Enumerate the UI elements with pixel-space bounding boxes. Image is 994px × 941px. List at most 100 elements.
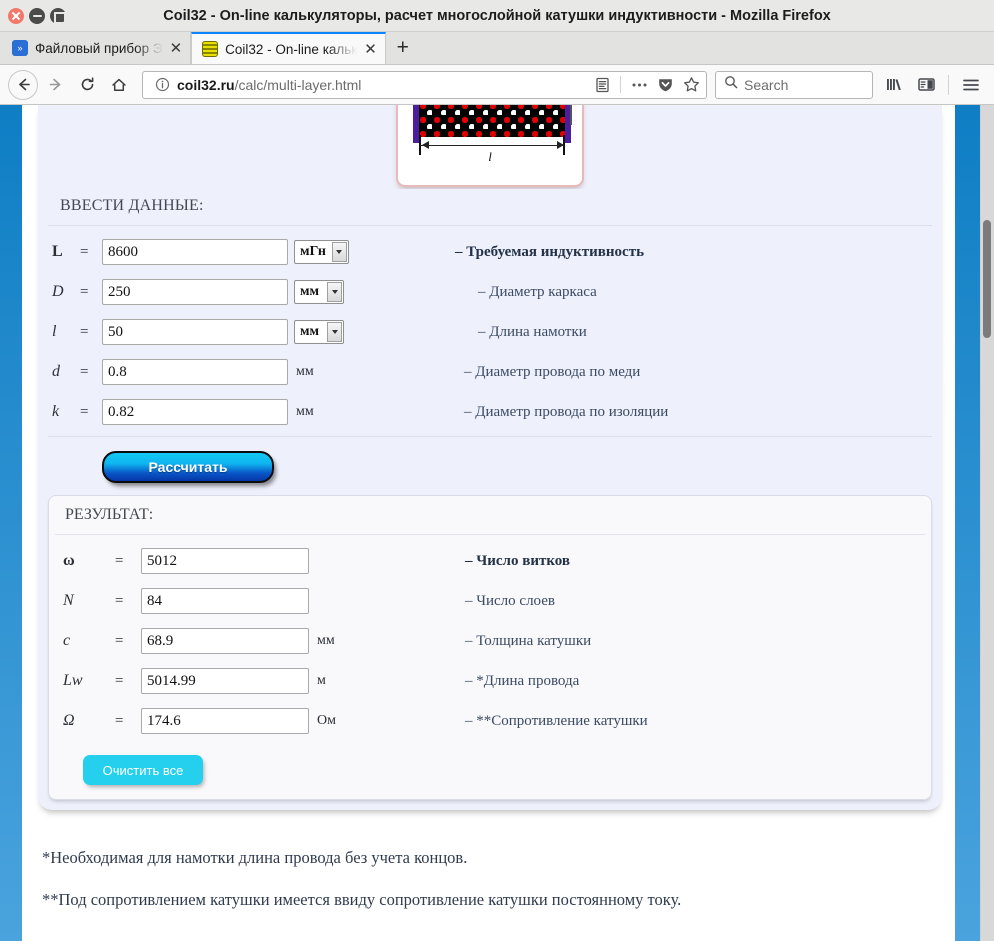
search-icon — [724, 75, 738, 94]
row-symbol: Lw — [63, 672, 83, 689]
dimension-line — [420, 145, 564, 146]
window-controls — [0, 7, 66, 24]
page-content: l ВВЕСТИ ДАННЫЕ: L = 8600 мГн – Требуема… — [34, 105, 946, 941]
row-description: – Длина намотки — [478, 323, 587, 340]
row-description: – *Длина провода — [465, 672, 580, 689]
coil-thickness-output[interactable]: 68.9 — [141, 628, 309, 654]
winding-length-input[interactable]: 50 — [102, 319, 288, 345]
library-icon[interactable] — [879, 70, 909, 100]
input-section-title: ВВЕСТИ ДАННЫЕ: — [48, 189, 932, 226]
star-icon[interactable] — [680, 74, 702, 96]
address-bar[interactable]: coil32.ru/calc/multi-layer.html — [142, 70, 707, 99]
result-row-resistance: Ω = 174.6 Ом – **Сопротивление катушки — [49, 701, 931, 741]
footnote-resistance: **Под сопротивлением катушки имеется вви… — [42, 890, 682, 909]
result-row-coil-thickness: c = 68.9 мм – Толщина катушки — [49, 621, 931, 661]
row-symbol: N — [63, 592, 74, 609]
chevron-down-icon[interactable] — [327, 282, 342, 302]
home-icon[interactable] — [104, 70, 134, 100]
coil-axis-rod — [570, 105, 572, 125]
select-value: мм — [300, 284, 320, 299]
former-diameter-input[interactable]: 250 — [102, 279, 288, 305]
input-row-wire-diameter-insulation: k = 0.82 мм – Диаметр провода по изоляци… — [38, 392, 942, 432]
row-equals: = — [115, 632, 124, 649]
url-host: coil32.ru — [177, 76, 235, 93]
row-description: – Число слоев — [465, 592, 555, 609]
row-equals: = — [115, 592, 124, 609]
footnote-wire-length: *Необходимая для намотки длина провода б… — [42, 848, 468, 867]
input-row-former-diameter: D = 250 мм – Диаметр каркаса — [38, 272, 942, 312]
hamburger-menu-icon[interactable] — [956, 70, 986, 100]
result-row-turns: ω = 5012 – Число витков — [49, 541, 931, 581]
row-description: – Требуемая индуктивность — [454, 243, 645, 260]
wire-diameter-copper-input[interactable]: 0.8 — [102, 359, 288, 385]
tab-file-manager[interactable]: » Файловый прибор Э ✕ — [2, 32, 192, 64]
search-bar[interactable]: Search — [715, 70, 873, 99]
inductance-unit-select[interactable]: мГн — [294, 240, 349, 264]
row-symbol: D — [52, 283, 64, 300]
coil-diagram: l — [396, 105, 584, 187]
calculate-button[interactable]: Рассчитать — [102, 451, 274, 483]
resistance-output[interactable]: 174.6 — [141, 708, 309, 734]
info-circle-icon[interactable] — [151, 74, 173, 96]
reader-view-icon[interactable] — [591, 74, 613, 96]
close-icon[interactable] — [8, 7, 24, 24]
window-titlebar: Coil32 - On-line калькуляторы, расчет мн… — [0, 0, 994, 32]
row-symbol: c — [63, 632, 71, 649]
navigation-toolbar: coil32.ru/calc/multi-layer.html Search — [0, 65, 994, 105]
scrollbar-thumb[interactable] — [983, 220, 991, 338]
search-input[interactable]: Search — [744, 77, 788, 93]
page-left-stripe — [0, 105, 22, 941]
clear-all-button[interactable]: Очистить все — [83, 755, 203, 785]
maximize-icon[interactable] — [50, 7, 66, 24]
dimension-label-length: l — [488, 149, 492, 164]
result-section-title: РЕЗУЛЬТАТ: — [55, 496, 925, 535]
page-scrollbar[interactable] — [980, 105, 994, 941]
row-description: – Диаметр провода по меди — [464, 363, 641, 380]
toolbar-separator — [620, 76, 621, 93]
former-diameter-unit-select[interactable]: мм — [294, 280, 344, 304]
new-tab-button[interactable]: + — [386, 32, 420, 64]
row-description: – Число витков — [465, 552, 571, 569]
tab-close-icon[interactable]: ✕ — [170, 41, 183, 56]
tab-coil32[interactable]: Coil32 - On-line кальк ✕ — [191, 32, 386, 64]
sidebar-icon[interactable] — [911, 70, 941, 100]
wire-diameter-insulation-input[interactable]: 0.82 — [102, 399, 288, 425]
inductance-input[interactable]: 8600 — [102, 239, 288, 265]
row-description: – Диаметр провода по изоляции — [464, 403, 669, 420]
forward-arrow-icon[interactable] — [40, 70, 70, 100]
chevron-down-icon[interactable] — [327, 322, 342, 342]
wire-length-output[interactable]: 5014.99 — [141, 668, 309, 694]
row-equals: = — [80, 283, 89, 300]
calculator-card: l ВВЕСТИ ДАННЫЕ: L = 8600 мГн – Требуема… — [38, 105, 942, 810]
ellipsis-icon[interactable] — [628, 74, 650, 96]
row-unit: Ом — [317, 713, 336, 728]
reload-icon[interactable] — [72, 70, 102, 100]
pocket-shield-icon[interactable] — [654, 74, 676, 96]
input-row-winding-length: l = 50 мм – Длина намотки — [38, 312, 942, 352]
winding-length-unit-select[interactable]: мм — [294, 320, 344, 344]
input-row-inductance: L = 8600 мГн – Требуемая индуктивность — [38, 232, 942, 272]
toolbar-separator — [948, 74, 949, 95]
browser-viewport: l ВВЕСТИ ДАННЫЕ: L = 8600 мГн – Требуема… — [0, 105, 994, 941]
result-card: РЕЗУЛЬТАТ: ω = 5012 – Число витков N = 8… — [48, 495, 932, 800]
row-symbol: L — [52, 243, 63, 260]
back-arrow-icon[interactable] — [8, 69, 38, 100]
row-equals: = — [115, 712, 124, 729]
row-equals: = — [80, 243, 89, 260]
row-unit: мм — [296, 364, 314, 379]
minimize-icon[interactable] — [29, 7, 45, 24]
row-equals: = — [115, 552, 124, 569]
row-equals: = — [80, 323, 89, 340]
turns-output[interactable]: 5012 — [141, 548, 309, 574]
toolbar-end-buttons — [875, 70, 986, 100]
url-path: /calc/multi-layer.html — [234, 76, 362, 93]
chevrons-icon: » — [12, 40, 28, 56]
row-equals: = — [80, 363, 89, 380]
window-title: Coil32 - On-line калькуляторы, расчет мн… — [163, 7, 831, 24]
tab-close-icon[interactable]: ✕ — [364, 42, 377, 57]
row-symbol: ω — [63, 552, 75, 569]
result-row-wire-length: Lw = 5014.99 м – *Длина провода — [49, 661, 931, 701]
layers-output[interactable]: 84 — [141, 588, 309, 614]
row-symbol: d — [52, 363, 60, 380]
chevron-down-icon[interactable] — [331, 242, 347, 262]
